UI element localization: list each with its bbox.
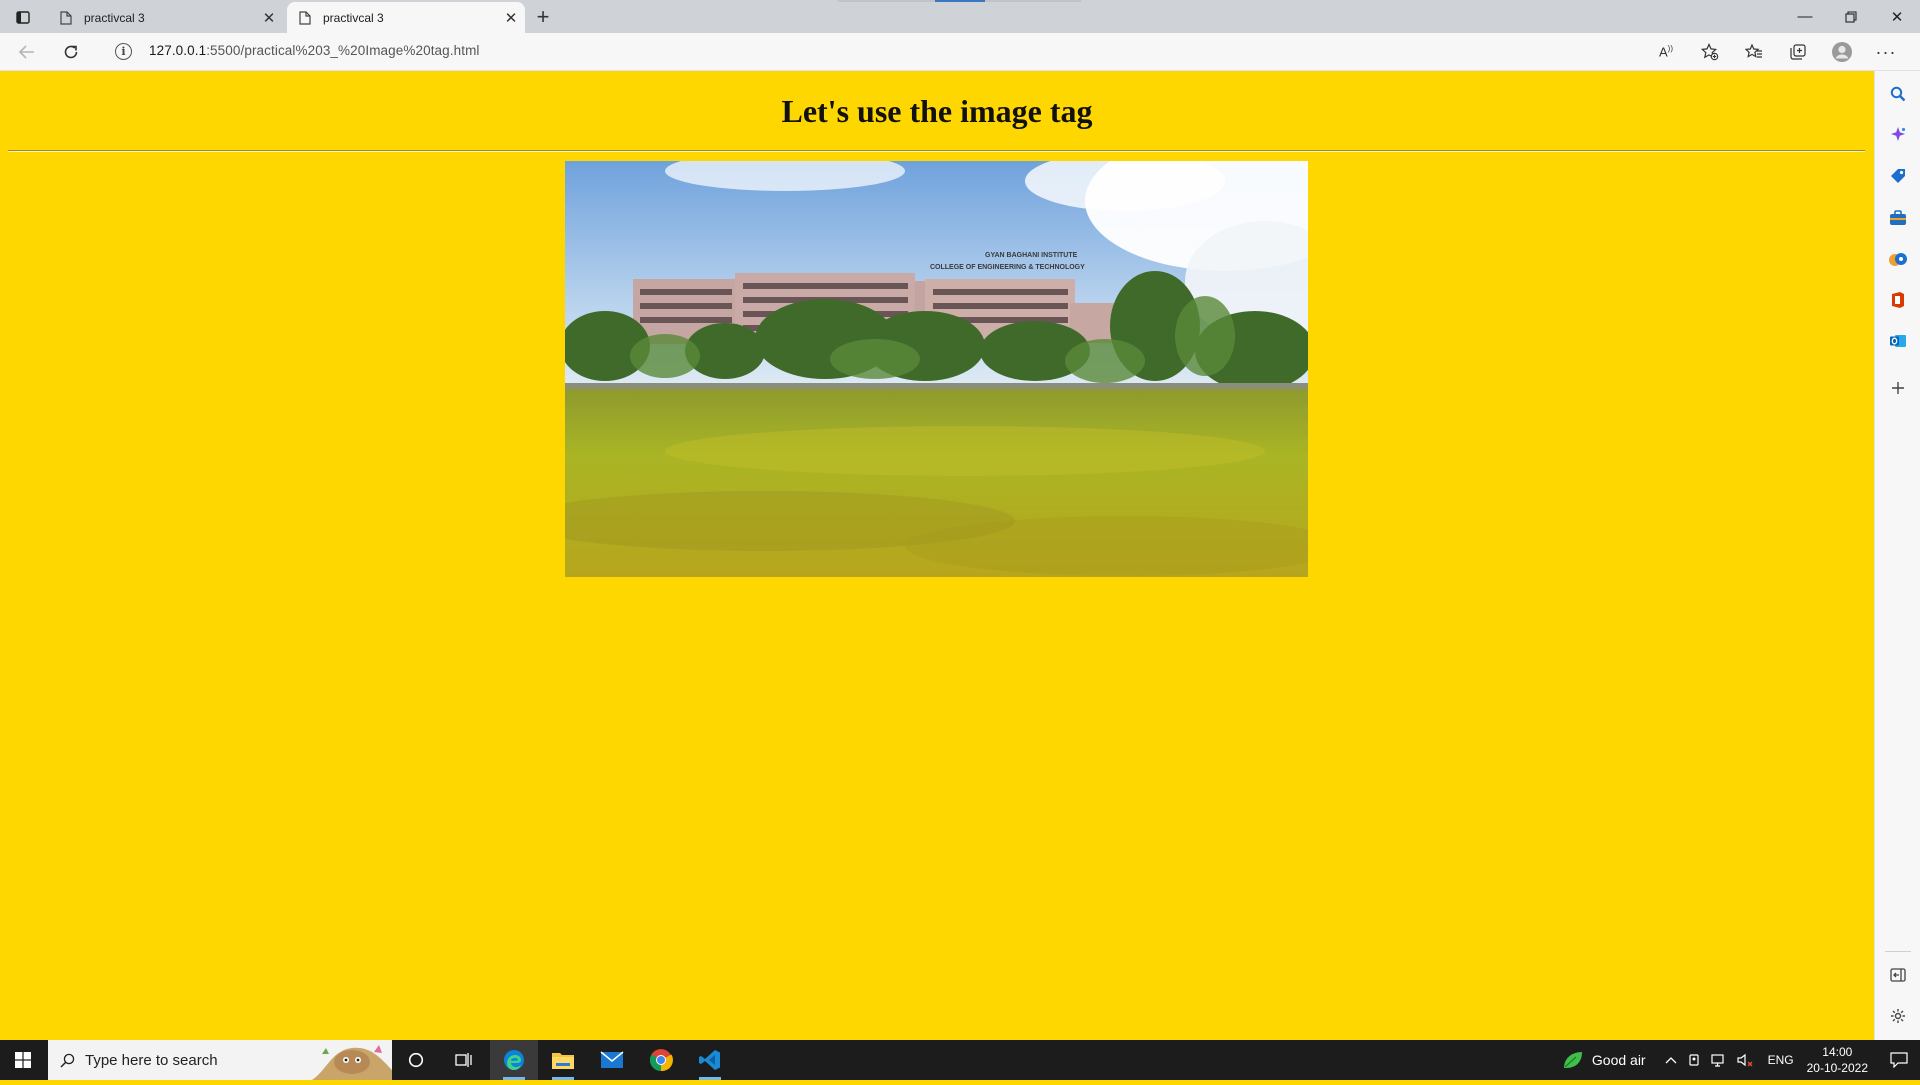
browser-titlebar: practivcal 3 ✕ practivcal 3 ✕ + — ✕ <box>0 0 1920 33</box>
windows-taskbar: Type here to search Good air ENG 14:00 2… <box>0 1040 1920 1080</box>
clock-time: 14:00 <box>1822 1045 1853 1059</box>
search-highlight-illustration <box>312 1040 392 1080</box>
language-indicator[interactable]: ENG <box>1768 1053 1794 1067</box>
edge-icon[interactable] <box>490 1040 538 1080</box>
clock[interactable]: 14:00 20-10-2022 <box>1807 1044 1868 1076</box>
add-favorite-icon[interactable] <box>1688 37 1732 67</box>
file-explorer-icon[interactable] <box>539 1040 587 1080</box>
start-button[interactable] <box>0 1040 46 1080</box>
weather-widget[interactable]: Good air <box>1562 1050 1646 1070</box>
svg-text:GYAN BAGHANI INSTITUTE: GYAN BAGHANI INSTITUTE <box>985 252 1078 259</box>
sidebar-collapse-icon[interactable] <box>1887 964 1909 986</box>
clock-date: 20-10-2022 <box>1806 1061 1868 1075</box>
favorites-icon[interactable] <box>1732 37 1776 67</box>
site-info-icon[interactable]: i <box>115 43 132 60</box>
cortana-icon[interactable] <box>392 1040 440 1080</box>
tools-icon[interactable] <box>1887 207 1909 229</box>
settings-icon[interactable] <box>1887 1005 1909 1027</box>
office-icon[interactable] <box>1887 289 1909 311</box>
sidebar-divider <box>1885 951 1911 952</box>
volume-muted-icon[interactable] <box>1736 1053 1755 1067</box>
chevron-up-icon[interactable] <box>1665 1056 1677 1064</box>
url-host: 127.0.0.1 <box>149 43 207 58</box>
system-tray: Good air ENG 14:00 20-10-2022 <box>1557 1040 1920 1080</box>
chrome-icon[interactable] <box>637 1040 685 1080</box>
mail-icon[interactable] <box>588 1040 636 1080</box>
leaf-icon <box>1563 1052 1582 1068</box>
meet-now-icon[interactable] <box>1687 1053 1701 1067</box>
windows-logo-icon <box>15 1052 31 1068</box>
page-content: Let's use the image tag GYAN BAGHANI INS… <box>0 71 1874 1040</box>
new-tab-button[interactable]: + <box>528 3 558 31</box>
page-icon <box>60 10 72 25</box>
browser-toolbar: i 127.0.0.1:5500/practical%203_%20Image%… <box>0 33 1920 71</box>
copilot-icon[interactable] <box>1887 124 1909 146</box>
weather-text: Good air <box>1591 1052 1646 1068</box>
tab-actions-icon[interactable] <box>8 4 38 30</box>
more-icon[interactable]: ··· <box>1864 37 1908 67</box>
page-heading: Let's use the image tag <box>781 93 1093 129</box>
reload-button[interactable] <box>56 37 86 67</box>
collections-icon[interactable] <box>1776 37 1820 67</box>
task-view-icon[interactable] <box>440 1040 488 1080</box>
tab-close-icon[interactable]: ✕ <box>497 4 525 32</box>
address-bar[interactable]: 127.0.0.1:5500/practical%203_%20Image%20… <box>149 43 480 58</box>
close-window-button[interactable]: ✕ <box>1874 0 1920 33</box>
games-icon[interactable] <box>1887 248 1909 270</box>
search-placeholder: Type here to search <box>85 1051 218 1069</box>
profile-icon[interactable] <box>1820 37 1864 67</box>
minimize-button[interactable]: — <box>1782 0 1828 33</box>
taskbar-search[interactable]: Type here to search <box>48 1040 392 1080</box>
shopping-icon[interactable] <box>1887 165 1909 187</box>
search-icon <box>60 1053 75 1068</box>
network-icon[interactable] <box>1710 1053 1727 1067</box>
svg-text:COLLEGE OF ENGINEERING & TECHN: COLLEGE OF ENGINEERING & TECHNOLOGY <box>930 264 1085 271</box>
tab-inactive[interactable]: practivcal 3 ✕ <box>48 2 283 33</box>
tab-title: practivcal 3 <box>84 10 145 25</box>
edge-sidebar <box>1874 71 1920 1040</box>
outlook-icon[interactable] <box>1887 330 1909 352</box>
drag-accent <box>985 0 1081 2</box>
back-button[interactable] <box>12 37 42 67</box>
read-aloud-icon[interactable]: A)) <box>1644 37 1688 67</box>
search-icon[interactable] <box>1887 83 1909 105</box>
url-path: :5500/practical%203_%20Image%20tag.html <box>206 43 480 58</box>
restore-button[interactable] <box>1828 0 1874 33</box>
campus-image: GYAN BAGHANI INSTITUTE COLLEGE OF ENGINE… <box>565 161 1308 577</box>
tab-title: practivcal 3 <box>323 10 384 25</box>
page-icon <box>299 10 311 25</box>
notifications-icon[interactable] <box>1890 1052 1908 1068</box>
drag-accent-highlight <box>935 0 985 2</box>
horizontal-rule <box>8 150 1865 152</box>
tab-active[interactable]: practivcal 3 ✕ <box>287 2 525 33</box>
vscode-icon[interactable] <box>686 1040 734 1080</box>
add-icon[interactable] <box>1887 377 1909 399</box>
tab-close-icon[interactable]: ✕ <box>255 4 283 32</box>
